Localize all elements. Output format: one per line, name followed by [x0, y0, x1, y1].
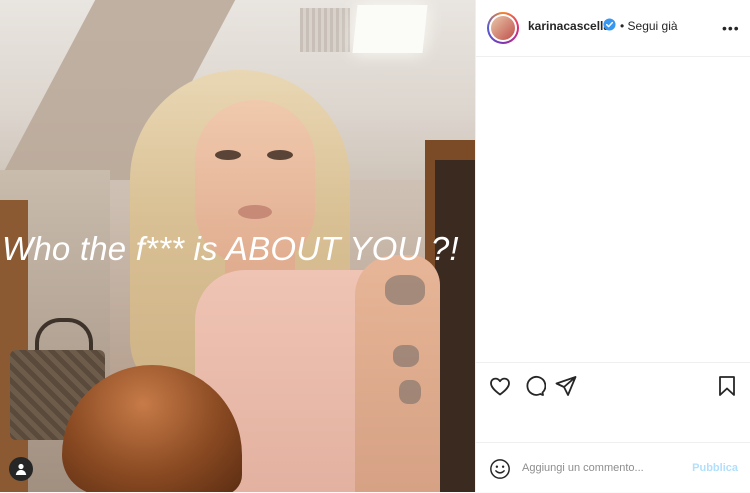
share-icon[interactable] [554, 374, 578, 398]
avatar[interactable] [487, 12, 519, 44]
comment-input[interactable] [522, 457, 682, 479]
heart-icon[interactable] [488, 374, 512, 398]
tagged-user-icon[interactable] [9, 457, 33, 481]
photo-overlay-text: Who the f*** is ABOUT YOU ?! [2, 230, 459, 267]
post-side-panel: karinacascella • Segui già ••• Aggiungi … [475, 0, 750, 492]
follow-status[interactable]: • Segui già [620, 19, 678, 33]
add-comment-bar: Pubblica [476, 442, 750, 493]
more-options-icon[interactable]: ••• [722, 20, 740, 36]
author-username[interactable]: karinacascella [528, 19, 610, 33]
bookmark-icon[interactable] [715, 374, 739, 398]
post-photo[interactable]: Who the f*** is ABOUT YOU ?! [0, 0, 475, 492]
comment-icon[interactable] [522, 374, 546, 398]
comments-area [476, 57, 750, 362]
verified-badge-icon [603, 18, 616, 31]
post-header: karinacascella • Segui già ••• [476, 0, 750, 57]
publish-button[interactable]: Pubblica [692, 462, 738, 474]
emoji-icon[interactable] [489, 458, 511, 480]
instagram-post-modal: Who the f*** is ABOUT YOU ?! karinacasce… [0, 0, 750, 492]
action-bar [476, 362, 750, 433]
